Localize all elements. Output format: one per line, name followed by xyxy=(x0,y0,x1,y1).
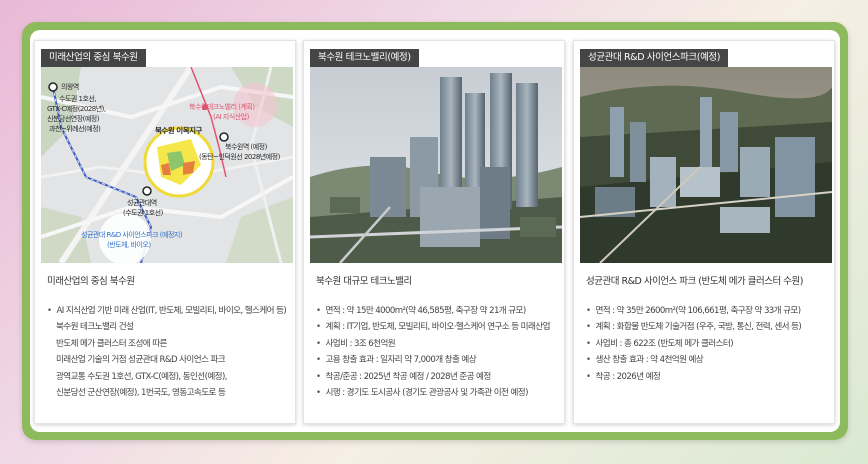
list-item: 사업비 : 총 622조 (반도체 메가 클러스터) xyxy=(586,336,830,352)
location-map: 의왕역 수도권 1호선, GTX-C예정(2028년), 신분당선연장(예정) … xyxy=(41,67,293,263)
map-label: 북수원 이목지구 xyxy=(155,125,203,135)
map-label: 성균관대역 xyxy=(127,198,157,207)
list-item: 북수원 테크노밸리 건설 xyxy=(56,322,134,333)
list-item: 생산 창출 효과 : 약 4천억원 예상 xyxy=(586,352,830,368)
list-item: 반도체 메가 클러스터 조성에 따른 xyxy=(56,338,167,349)
map-label: GTX-C예정(2028년), xyxy=(47,104,106,113)
card-tag: 미래산업의 중심 북수원 xyxy=(41,49,146,67)
card-caption: 성균관대 R&D 사이언스 파크 (반도체 메가 클러스터 수원) xyxy=(586,276,803,287)
feature-list: 면적 : 약 15만 4000m²(약 46,585평, 축구장 약 21개 규… xyxy=(316,303,560,401)
list-item: 면적 : 약 35만 2600m²(약 106,661평, 축구장 약 33개 … xyxy=(586,303,830,319)
map-label: 북수원역 (예정) xyxy=(225,142,268,151)
map-label: (동탄~인덕원선 2028년예정) xyxy=(199,152,281,161)
map-label: 신분당선연장(예정) xyxy=(47,114,100,123)
list-item: 착공/준공 : 2025년 착공 예정 / 2028년 준공 예정 xyxy=(316,369,560,385)
card-tag: 성균관대 R&D 사이언스파크(예정) xyxy=(580,49,729,67)
card-techno-valley: 북수원 테크노밸리(예정) 북수원 대규모 테크노밸리 • 면적: 약 15만… xyxy=(303,40,565,424)
station-marker-icon xyxy=(142,186,152,196)
list-item: 고용 창출 효과 : 일자리 약 7,000개 창출 예상 xyxy=(316,352,560,368)
list-item: 신분당선 군산연장(예정), 1번국도, 영동고속도로 등 xyxy=(56,388,226,399)
card-caption: 북수원 대규모 테크노밸리 xyxy=(316,276,412,287)
list-item: 시행 : 경기도 도시공사 (경기도 관광공사 및 가족관 이전 예정) xyxy=(316,385,560,401)
map-label: (AI 지식산업) xyxy=(213,112,250,121)
list-item: 계획 : IT기업, 반도체, 모빌리티, 바이오·헬스케어 연구소 등 미래산… xyxy=(316,319,560,335)
map-label: (수도권 1호선) xyxy=(123,208,164,217)
list-item: 광역교통 수도권 1호선, GTX-C(예정), 동인선(예정), xyxy=(56,371,227,382)
list-item: 사업비 : 3조 6천억원 xyxy=(316,336,560,352)
station-marker-icon xyxy=(48,82,58,92)
map-label: 의왕역 xyxy=(61,82,79,91)
list-item: 면적 : 약 15만 4000m²(약 46,585평, 축구장 약 21개 규… xyxy=(316,303,560,319)
card-science-park: 성균관대 R&D 사이언스파크(예정) 성균관대 R&D 사이언스 파크 (반도… xyxy=(573,40,835,424)
station-marker-icon xyxy=(219,132,229,142)
content-panel: 미래산업의 중심 북수원 의왕역 수도권 1호선, GTX-C예정(2028년)… xyxy=(30,30,840,432)
list-item: 계획 : 화합물 반도체 기술거점 (우주, 국방, 통신, 전력, 센서 등) xyxy=(586,319,830,335)
card-future-industry: 미래산업의 중심 북수원 의왕역 수도권 1호선, GTX-C예정(2028년)… xyxy=(34,40,296,424)
map-label: 성균관대 R&D 사이언스파크 (예정지) xyxy=(81,230,183,239)
card-caption: 미래산업의 중심 북수원 xyxy=(47,276,135,287)
list-item: 미래산업 기술의 거점 성균관대 R&D 사이언스 파크 xyxy=(56,355,226,366)
map-label: 과천~위례선(예정) xyxy=(49,124,101,133)
feature-list: 면적 : 약 35만 2600m²(약 106,661평, 축구장 약 33개 … xyxy=(586,303,830,385)
map-label: (반도체, 바이오) xyxy=(107,240,151,249)
map-label: 수도권 1호선, xyxy=(59,94,96,103)
card-tag: 북수원 테크노밸리(예정) xyxy=(310,49,419,67)
techno-valley-rendering xyxy=(310,67,562,263)
outer-frame: 미래산업의 중심 북수원 의왕역 수도권 1호선, GTX-C예정(2028년)… xyxy=(22,22,848,440)
science-park-rendering xyxy=(580,67,832,263)
list-item: 착공 : 2026년 예정 xyxy=(586,369,830,385)
feature-list: AI 지식산업 기반 미래 산업(IT, 반도체, 모빌리티, 바이오, 헬스케… xyxy=(47,303,291,401)
map-label: 북수원테크노밸리 (계획) xyxy=(189,102,255,111)
list-item: AI 지식산업 기반 미래 산업(IT, 반도체, 모빌리티, 바이오, 헬스케… xyxy=(47,303,291,319)
